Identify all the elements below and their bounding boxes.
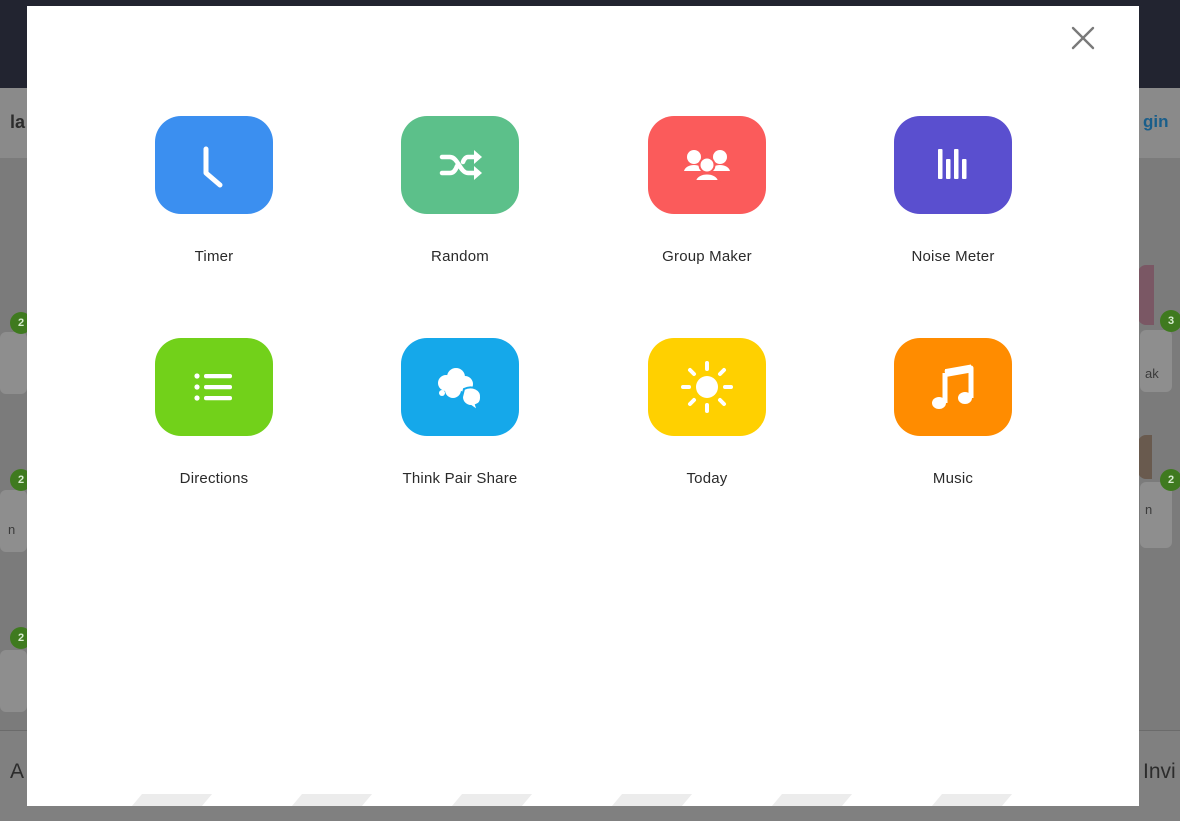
- timer-tile: [155, 116, 273, 214]
- tool-label: Group Maker: [662, 248, 752, 265]
- tool-group-maker[interactable]: Group Maker: [617, 116, 797, 266]
- tool-label: Think Pair Share: [402, 470, 518, 487]
- background-login-link: gin: [1143, 112, 1169, 131]
- background-avatar: [1138, 435, 1152, 479]
- equalizer-icon: [938, 149, 967, 179]
- background-class-title: la: [10, 112, 26, 132]
- toolkit-modal: Timer Random Group Maker Noise Meter Dir…: [27, 6, 1139, 806]
- background-student-name: n: [1145, 502, 1153, 517]
- directions-tile: [155, 338, 273, 436]
- background-footer-right-text: Invi: [1143, 760, 1176, 783]
- background-student-card: [0, 490, 27, 552]
- sun-icon: [681, 361, 733, 413]
- music-note-icon: [932, 364, 974, 409]
- group-maker-tile: [648, 116, 766, 214]
- background-student-name: n: [8, 522, 16, 537]
- random-tile: [401, 116, 519, 214]
- think-pair-share-tile: [401, 338, 519, 436]
- background-student-name: ak: [1145, 366, 1159, 381]
- today-tile: [648, 338, 766, 436]
- background-student-card: [0, 650, 27, 712]
- list-icon: [194, 373, 232, 401]
- music-tile: [894, 338, 1012, 436]
- tool-label: Noise Meter: [911, 248, 995, 265]
- background-student-card: [1140, 330, 1172, 392]
- tool-music[interactable]: Music: [863, 338, 1043, 488]
- decorative-stripe: [931, 794, 1013, 806]
- tool-label: Timer: [194, 248, 234, 265]
- clock-icon: [203, 146, 223, 188]
- background-footer-left-text: A: [10, 760, 25, 783]
- tool-today[interactable]: Today: [617, 338, 797, 488]
- background-student-card: [0, 332, 27, 394]
- tool-label: Music: [932, 470, 974, 487]
- shuffle-icon: [439, 150, 482, 180]
- decorative-stripe: [291, 794, 373, 806]
- decorative-stripe: [611, 794, 693, 806]
- tool-directions[interactable]: Directions: [124, 338, 304, 488]
- decorative-stripe: [771, 794, 853, 806]
- tool-random[interactable]: Random: [370, 116, 550, 266]
- speech-bubbles-icon: [438, 368, 483, 414]
- close-icon: [1071, 26, 1095, 50]
- decorative-stripe: [451, 794, 533, 806]
- tool-timer[interactable]: Timer: [124, 116, 304, 266]
- close-button[interactable]: [1065, 20, 1101, 56]
- tool-label: Random: [431, 248, 489, 265]
- background-points-badge: 3: [1160, 310, 1180, 332]
- tool-label: Today: [686, 470, 728, 487]
- tool-label: Directions: [179, 470, 249, 487]
- noise-meter-tile: [894, 116, 1012, 214]
- group-icon: [684, 150, 730, 182]
- decorative-stripe: [131, 794, 213, 806]
- tool-think-pair-share[interactable]: Think Pair Share: [370, 338, 550, 488]
- tool-noise-meter[interactable]: Noise Meter: [863, 116, 1043, 266]
- background-points-badge: 2: [1160, 469, 1180, 491]
- background-avatar: [1138, 265, 1154, 325]
